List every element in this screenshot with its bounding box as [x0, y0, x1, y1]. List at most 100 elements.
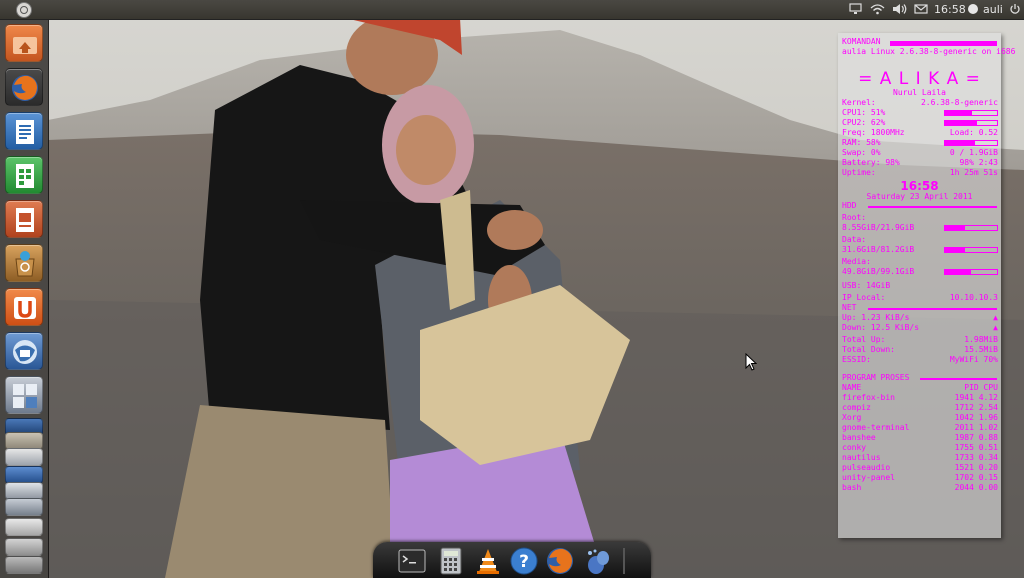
mail-icon[interactable]: [914, 3, 928, 15]
conky-header-rule: [890, 41, 997, 46]
battery-value: 98% 2:43: [959, 158, 998, 167]
process-name: gnome-terminal: [842, 423, 910, 432]
launcher-item-home-folder[interactable]: [5, 24, 43, 62]
total-down-label: Total Down:: [842, 345, 895, 354]
process-heading: PROGRAM PROSES: [842, 373, 910, 382]
process-stats: 1733 0.34: [954, 453, 998, 462]
launcher-stack-item[interactable]: [5, 518, 43, 536]
top-panel: 16:58 auli: [0, 0, 1024, 20]
launcher-item-impress[interactable]: [5, 200, 43, 238]
process-name: bash: [842, 483, 862, 492]
process-stats: 1941 4.12: [954, 393, 998, 402]
ubuntu-logo-icon[interactable]: [16, 2, 32, 18]
process-stats: 1042 1.96: [954, 413, 998, 422]
essid-label: ESSID:: [842, 355, 871, 364]
process-row: compiz 1712 2.54: [842, 403, 998, 413]
launcher-item-writer[interactable]: [5, 112, 43, 150]
download-label: Down: 12.5 KiB/s: [842, 323, 920, 332]
process-row: bash 2044 0.00: [842, 483, 998, 493]
conky-system-line: aulia Linux 2.6.38-8-generic on i686: [842, 47, 1016, 56]
usb-label: USB: 14GiB: [842, 281, 891, 290]
launcher-item-ubuntu-one[interactable]: [5, 288, 43, 326]
ip-label: IP Local:: [842, 293, 886, 302]
total-down-value: 15.5MiB: [964, 345, 998, 354]
process-name: banshee: [842, 433, 876, 442]
firefox-icon[interactable]: [545, 546, 575, 576]
hdd-heading: HDD: [842, 201, 857, 210]
data-bar: [944, 247, 998, 253]
help-icon[interactable]: ?: [509, 546, 539, 576]
process-name: Xorg: [842, 413, 862, 422]
launcher-item-firefox[interactable]: [5, 68, 43, 106]
data-label: Data:: [842, 235, 867, 244]
process-row: banshee 1987 0.88: [842, 433, 998, 443]
conky-system-monitor: KOMANDAN aulia Linux 2.6.38-8-generic on…: [838, 33, 1015, 538]
media-label: Media:: [842, 257, 871, 266]
launcher: [0, 20, 49, 578]
launcher-item-workspaces[interactable]: [5, 376, 43, 414]
swap-label: Swap: 0%: [842, 148, 881, 157]
clock[interactable]: 16:58: [934, 0, 966, 19]
libreoffice-calc-icon: [16, 164, 34, 188]
launcher-item-calc[interactable]: [5, 156, 43, 194]
uptime-label: Uptime:: [842, 168, 876, 177]
process-row: firefox-bin 1941 4.12: [842, 393, 998, 403]
folder-home-icon: [13, 37, 37, 54]
battery-label: Battery: 98%: [842, 158, 900, 167]
power-icon[interactable]: [1009, 3, 1021, 15]
process-name: conky: [842, 443, 867, 452]
terminal-icon[interactable]: [397, 546, 427, 576]
download-graph-icon: ▲: [993, 323, 998, 332]
libreoffice-writer-icon: [16, 120, 34, 144]
ram-label: RAM: 58%: [842, 138, 881, 147]
launcher-stack-item[interactable]: [5, 448, 43, 466]
launcher-stack-item[interactable]: [5, 538, 43, 556]
launcher-stack-item[interactable]: [5, 556, 43, 574]
launcher-stack-item[interactable]: [5, 498, 43, 516]
display-icon[interactable]: [849, 3, 862, 15]
total-up-label: Total Up:: [842, 335, 886, 344]
upload-label: Up: 1.23 KiB/s: [842, 313, 910, 322]
process-col-stats: PID CPU: [964, 383, 998, 392]
conky-banner: = A L I K A =: [858, 69, 981, 89]
dock: ?: [373, 542, 651, 578]
process-stats: 1702 0.15: [954, 473, 998, 482]
volume-icon[interactable]: [892, 3, 907, 15]
dock-separator: [623, 548, 625, 574]
firefox-icon: [12, 75, 38, 101]
root-bar: [944, 225, 998, 231]
user-status-icon[interactable]: [967, 3, 979, 15]
process-row: gnome-terminal 2011 1.02: [842, 423, 998, 433]
libreoffice-impress-icon: [16, 208, 34, 232]
cpu1-bar: [944, 110, 998, 116]
process-name: nautilus: [842, 453, 881, 462]
process-name: unity-panel: [842, 473, 895, 482]
conky-subtitle: Nurul Laila: [893, 88, 946, 97]
wifi-icon[interactable]: [870, 3, 885, 15]
process-stats: 1987 0.88: [954, 433, 998, 442]
process-rule: [920, 378, 997, 380]
launcher-item-software-center[interactable]: [5, 244, 43, 282]
ip-value: 10.10.10.3: [949, 293, 998, 302]
workspace-switcher-icon: [13, 384, 37, 408]
process-stats: 1755 0.51: [954, 443, 998, 452]
upload-graph-icon: ▲: [993, 313, 998, 322]
process-stats: 2011 1.02: [954, 423, 998, 432]
calculator-icon[interactable]: [436, 546, 466, 576]
cpu1-label: CPU1: 51%: [842, 108, 886, 117]
process-row: conky 1755 0.51: [842, 443, 998, 453]
cpu2-label: CPU2: 62%: [842, 118, 886, 127]
vlc-icon[interactable]: [473, 546, 503, 576]
pidgin-icon[interactable]: [583, 546, 613, 576]
svg-text:?: ?: [519, 552, 529, 572]
media-bar: [944, 269, 998, 275]
launcher-item-thunderbird[interactable]: [5, 332, 43, 370]
process-row: pulseaudio 1521 0.20: [842, 463, 998, 473]
cpu2-bar: [944, 120, 998, 126]
process-stats: 1521 0.20: [954, 463, 998, 472]
net-heading: NET: [842, 303, 857, 312]
process-name: compiz: [842, 403, 871, 412]
process-row: unity-panel 1702 0.15: [842, 473, 998, 483]
user-name[interactable]: auli: [983, 0, 1003, 19]
hdd-rule: [868, 206, 997, 208]
